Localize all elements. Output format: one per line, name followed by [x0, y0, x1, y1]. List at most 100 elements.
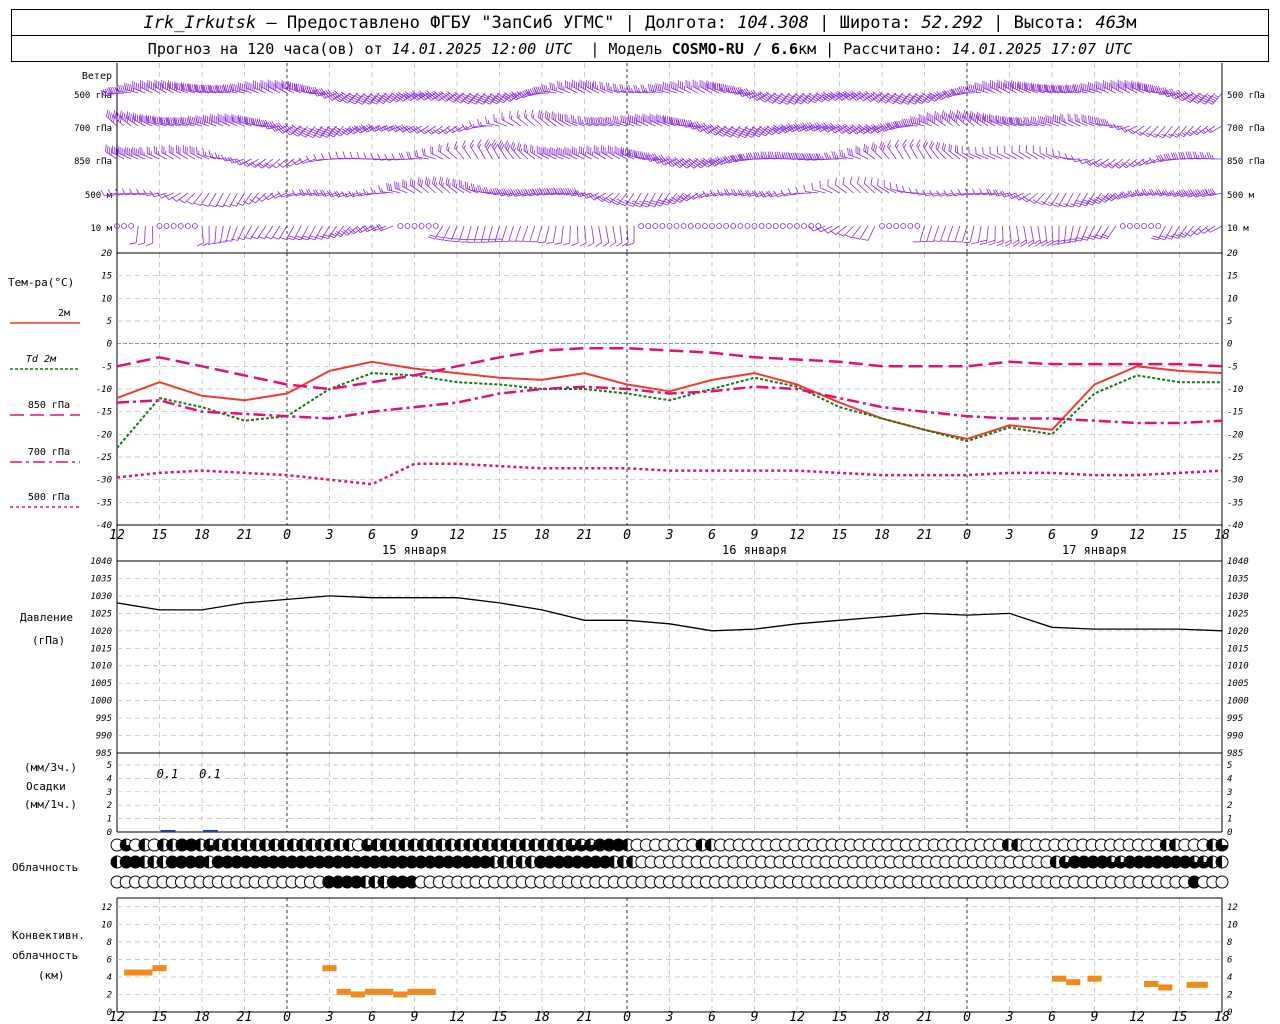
wind-calm-mark [645, 223, 652, 229]
wind-barb [947, 225, 961, 242]
wind-barb-feather [579, 116, 582, 124]
wind-barb-feather [1202, 129, 1206, 133]
wind-barb-feather [126, 83, 129, 91]
wind-barb-feather [1063, 203, 1068, 205]
wind-barb-feather [315, 132, 322, 137]
wind-barb-feather [1004, 120, 1006, 125]
temp-ytick-left: -20 [96, 430, 112, 440]
wind-barb-feather [945, 112, 948, 120]
wind-barb-feather [409, 178, 412, 186]
wind-barb-feather [223, 204, 231, 208]
wind-barb-feather [123, 113, 126, 121]
wind-barb-feather [221, 154, 226, 162]
wind-barb-feather [510, 115, 513, 120]
wind-barb-feather [447, 178, 450, 186]
wind-barb-feather [988, 239, 996, 243]
wind-barb-feather [1201, 151, 1205, 159]
time-tick-label-bottom: 15 [832, 1010, 848, 1024]
wind-barb-feather [1131, 162, 1135, 167]
conv-cloud-bar [1158, 984, 1173, 991]
wind-barb [647, 192, 663, 208]
wind-barb-feather [136, 82, 138, 90]
wind-barb [811, 182, 826, 194]
wind-barb [579, 145, 592, 160]
wind-barb-feather [527, 149, 529, 154]
time-tick-label-bottom: 0 [623, 1010, 631, 1024]
wind-barb-feather [871, 142, 874, 150]
wind-barb-feather [1151, 237, 1159, 241]
wind-barb-feather [619, 84, 622, 92]
wind-barb [1163, 125, 1180, 139]
wind-barb-feather [811, 182, 814, 190]
wind-barb [795, 186, 812, 194]
wind-barb-feather [449, 183, 451, 188]
wind-barb-feather [171, 196, 177, 202]
wind-title: Ветер [82, 71, 112, 82]
wind-barb-feather [847, 147, 849, 155]
time-tick-label: 21 [237, 528, 253, 543]
wind-barb-feather [575, 119, 577, 124]
wind-barb-feather [950, 111, 953, 119]
wind-barb-feather [555, 87, 558, 92]
wind-barb-feather [548, 88, 550, 93]
wind-barb-feather [971, 112, 974, 120]
temp-ytick-right: -10 [1227, 385, 1243, 395]
wind-barb-feather [976, 111, 978, 119]
wind-barb [571, 146, 585, 160]
wind-barb-feather [517, 142, 520, 150]
wind-barb-feather [714, 82, 717, 90]
time-tick-label: 0 [283, 528, 291, 543]
wind-barb-feather [952, 112, 955, 120]
wind-barb-feather [146, 242, 153, 247]
press-ytick-right: 1025 [1227, 609, 1249, 619]
wind-barb-feather [228, 85, 232, 92]
wind-barb-feather [626, 116, 628, 124]
wind-calm-mark [184, 223, 191, 229]
wind-barb-feather [837, 232, 844, 237]
wind-level-label-right: 850 гПа [1227, 157, 1265, 167]
wind-barb-feather [957, 111, 961, 119]
wind-barb-staff [373, 225, 387, 232]
wind-calm-mark [1127, 223, 1133, 229]
temp-legend-label: 2м [58, 308, 70, 319]
wind-barb-feather [579, 242, 587, 247]
wind-calm-mark [425, 223, 432, 229]
wind-barb-feather [208, 204, 216, 208]
prec-ytick-right: 5 [1227, 761, 1232, 771]
wind-barb-feather [769, 151, 773, 159]
temp-legend-label: 850 гПа [28, 400, 70, 411]
time-tick-label: 18 [874, 528, 890, 543]
wind-barb-feather [437, 129, 441, 134]
wind-barb-feather [288, 81, 290, 89]
temp-ytick-right: 10 [1227, 294, 1238, 304]
time-tick-label: 6 [1048, 528, 1056, 543]
time-tick-label-bottom: 18 [874, 1010, 890, 1024]
wind-barb [491, 139, 500, 160]
wind-barb-staff [508, 225, 515, 242]
wind-barb-feather [943, 144, 946, 152]
wind-barb-feather [309, 130, 317, 135]
wind-barb [229, 192, 245, 207]
wind-barb [940, 225, 954, 242]
wind-barb [974, 82, 989, 94]
wind-barb-staff [598, 225, 602, 243]
wind-barb-feather [833, 151, 837, 159]
wind-barb-feather [866, 146, 869, 154]
wind-barb-feather [729, 85, 733, 93]
wind-barb-feather [1047, 115, 1050, 123]
wind-barb [1053, 114, 1067, 127]
wind-barb-staff [851, 225, 862, 239]
wind-barb-feather [841, 150, 844, 157]
wind-barb [857, 176, 869, 194]
wind-barb [306, 125, 323, 139]
wind-barb [376, 224, 394, 232]
wind-barb-feather [645, 87, 648, 92]
wind-barb-staff [626, 225, 629, 243]
wind-barb-feather [478, 143, 482, 148]
wind-barb [595, 225, 602, 247]
wind-barb-feather [633, 204, 641, 208]
wind-barb-feather [627, 201, 635, 205]
wind-barb-feather [1058, 150, 1061, 158]
wind-barb-feather [279, 237, 287, 240]
wind-barb-feather [551, 82, 554, 90]
